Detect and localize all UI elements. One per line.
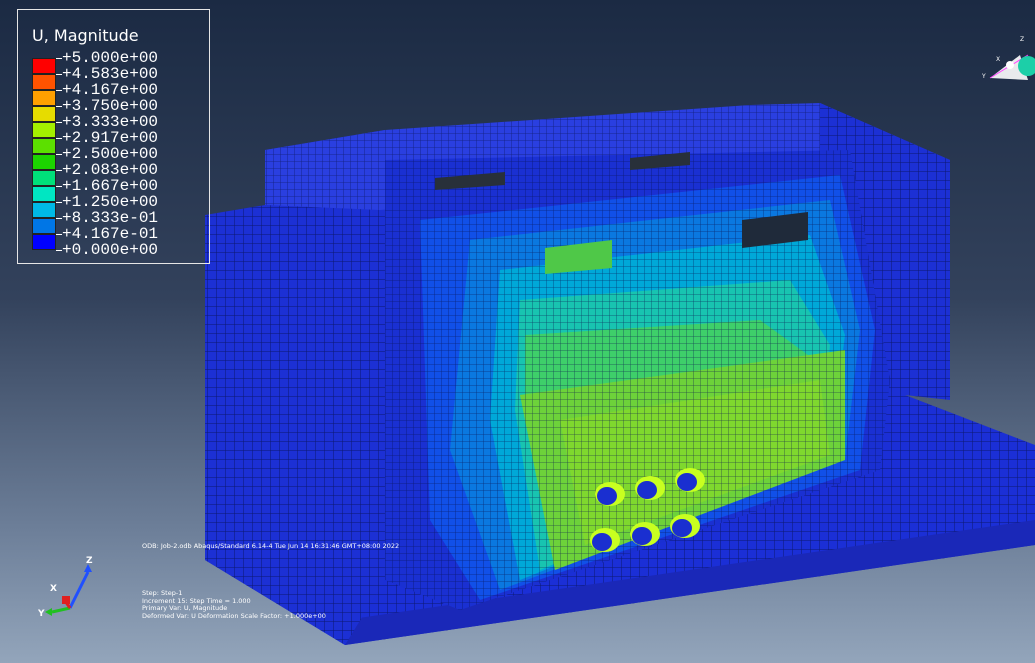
- legend-swatch: [32, 58, 56, 74]
- legend-title: U, Magnitude: [32, 26, 139, 45]
- deformed-var-label: Deformed Var: U Deformation Scale Factor…: [142, 611, 326, 620]
- legend-swatch: [32, 138, 56, 154]
- legend-swatch: [32, 186, 56, 202]
- contour-legend: U, Magnitude +5.000e+00 +4.583e+00 +4.167e…: [17, 9, 210, 264]
- legend-swatch: [32, 74, 56, 90]
- step-info: Step: Step-1 Increment 15: Step Time = 1…: [142, 589, 326, 620]
- triad-x-label: X: [50, 584, 57, 594]
- triad-z-label: Z: [86, 556, 93, 566]
- legend-swatch: [32, 218, 56, 234]
- triad-y-label: Y: [38, 609, 45, 619]
- legend-row: +0.000e+00: [32, 241, 207, 266]
- mini-triad-y-label: Y: [982, 73, 986, 80]
- legend-swatch: [32, 234, 56, 250]
- legend-swatch: [32, 90, 56, 106]
- mini-triad-x-label: X: [996, 56, 1001, 63]
- legend-value-label: +0.000e+00: [62, 241, 159, 259]
- odb-info-line: ODB: Job-2.odb Abaqus/Standard 6.14-4 Tu…: [142, 542, 400, 550]
- legend-swatch: [32, 106, 56, 122]
- legend-swatch: [32, 154, 56, 170]
- legend-swatch: [32, 202, 56, 218]
- legend-swatch: [32, 170, 56, 186]
- mini-triad-z-label: Z: [1020, 36, 1025, 43]
- legend-swatch: [32, 122, 56, 138]
